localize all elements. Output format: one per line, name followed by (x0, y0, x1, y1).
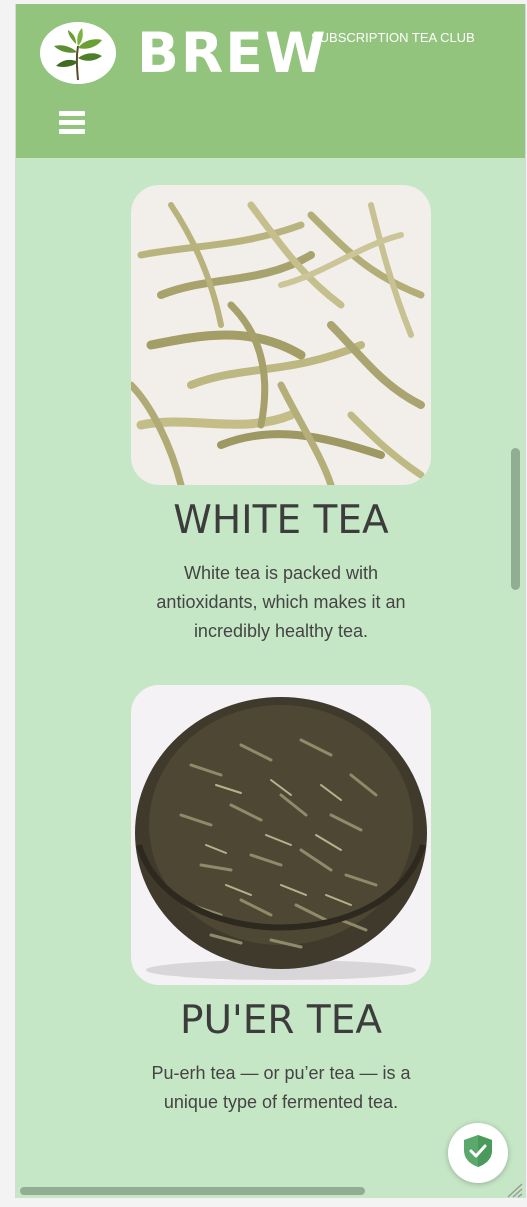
browser-viewport: BREW SUBSCRIPTION TEA CLUB WHITE TEA Whi… (15, 4, 526, 1198)
hamburger-menu-icon[interactable] (57, 108, 87, 136)
brand-tagline: SUBSCRIPTION TEA CLUB (311, 30, 475, 45)
tea-plant-icon[interactable] (40, 22, 116, 84)
white-tea-leaves-image (131, 185, 431, 485)
resize-handle-icon[interactable] (503, 1180, 523, 1198)
brand-name[interactable]: BREW (137, 16, 328, 90)
site-header: BREW SUBSCRIPTION TEA CLUB (16, 4, 525, 158)
vertical-scrollbar[interactable] (511, 448, 520, 590)
shield-check-icon (461, 1133, 495, 1173)
puer-tea-cake-image (131, 685, 431, 985)
security-shield-button[interactable] (448, 1123, 508, 1183)
horizontal-scrollbar[interactable] (20, 1187, 365, 1195)
tea-description: White tea is packed with antioxidants, w… (156, 563, 406, 641)
tea-description: Pu-erh tea — or pu’er tea — is a unique … (151, 1063, 411, 1112)
tea-title: PU'ER TEA (179, 998, 383, 1043)
tea-title: WHITE TEA (173, 498, 389, 543)
